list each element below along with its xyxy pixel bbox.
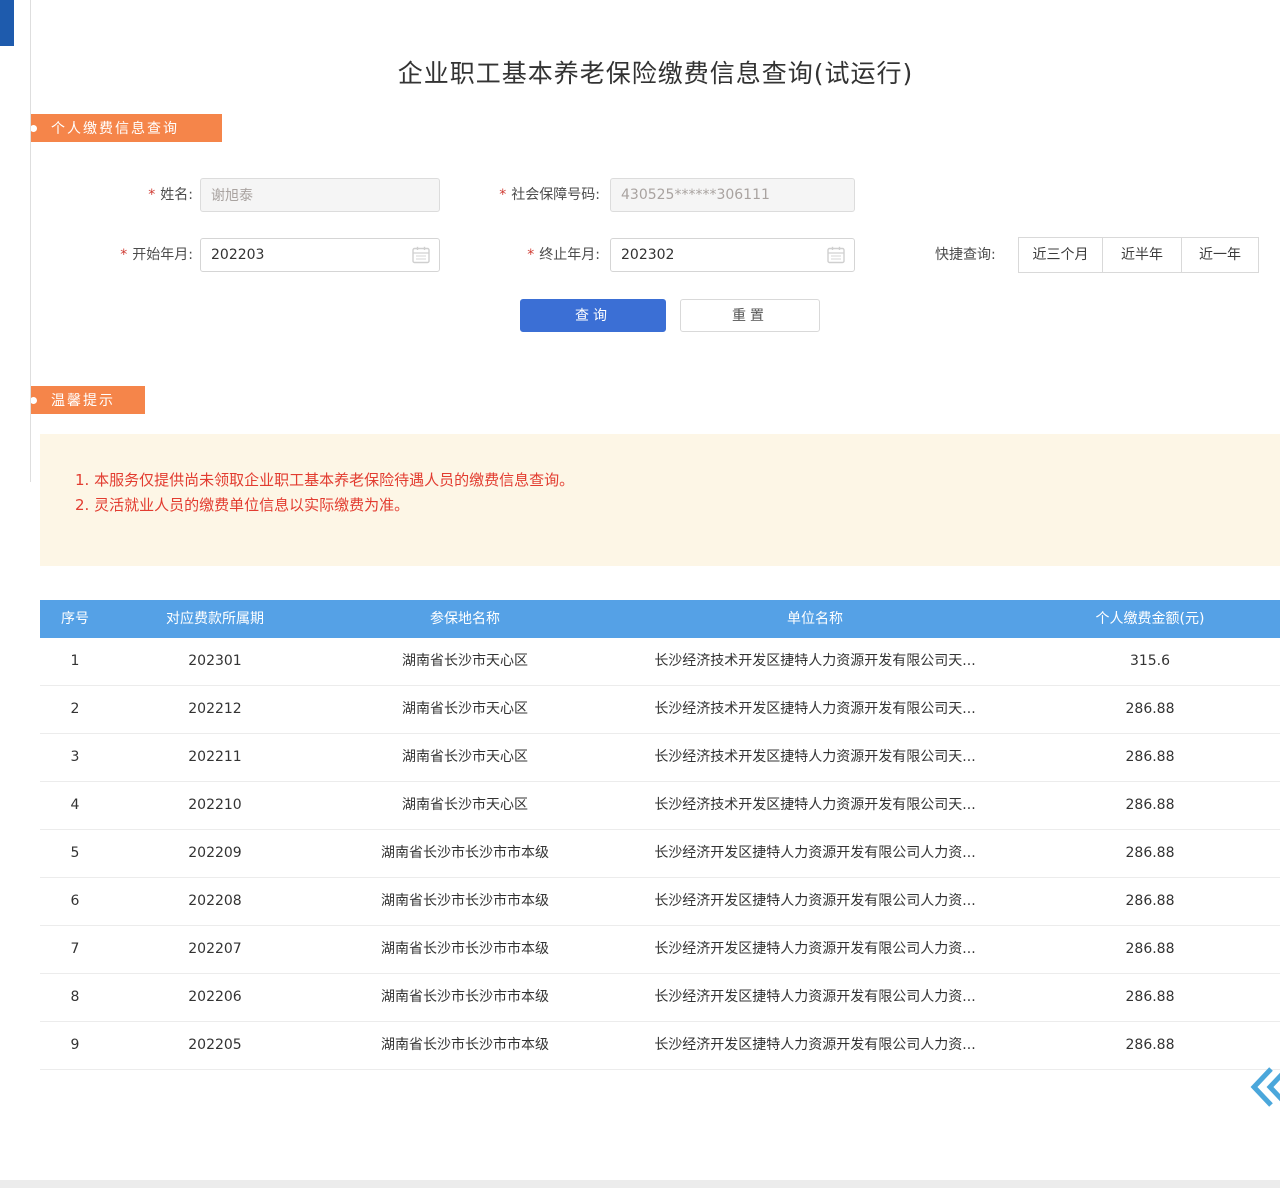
cell-seq: 3 [40,734,110,781]
table-row: 7 202207 湖南省长沙市长沙市市本级 长沙经济开发区捷特人力资源开发有限公… [40,926,1280,974]
corner-tab [0,0,14,46]
table-row: 8 202206 湖南省长沙市长沙市市本级 长沙经济开发区捷特人力资源开发有限公… [40,974,1280,1022]
cell-period: 202211 [110,734,320,781]
col-header-seq: 序号 [40,600,110,638]
col-header-amount: 个人缴费金额(元) [1020,600,1280,638]
name-input [200,178,440,212]
table-row: 1 202301 湖南省长沙市天心区 长沙经济技术开发区捷特人力资源开发有限公司… [40,638,1280,686]
cell-employer: 长沙经济开发区捷特人力资源开发有限公司人力资... [610,830,1020,877]
ssn-label: *社会保障号码: [421,178,600,212]
cell-amount: 286.88 [1020,686,1280,733]
cell-seq: 4 [40,782,110,829]
cell-period: 202212 [110,686,320,733]
table-row: 9 202205 湖南省长沙市长沙市市本级 长沙经济开发区捷特人力资源开发有限公… [40,1022,1280,1070]
cell-period: 202206 [110,974,320,1021]
name-label: *姓名: [51,178,193,212]
cell-amount: 286.88 [1020,782,1280,829]
table-row: 6 202208 湖南省长沙市长沙市市本级 长沙经济开发区捷特人力资源开发有限公… [40,878,1280,926]
cell-region: 湖南省长沙市天心区 [320,638,610,685]
page-title: 企业职工基本养老保险缴费信息查询(试运行) [31,54,1280,90]
notice-box: 1. 本服务仅提供尚未领取企业职工基本养老保险待遇人员的缴费信息查询。 2. 灵… [40,434,1280,566]
required-star: * [148,187,155,203]
cell-employer: 长沙经济开发区捷特人力资源开发有限公司人力资... [610,926,1020,973]
left-sidebar-sliver [0,0,31,482]
bullet-icon [31,397,37,404]
cell-employer: 长沙经济开发区捷特人力资源开发有限公司人力资... [610,1022,1020,1069]
main-panel: 企业职工基本养老保险缴费信息查询(试运行) 个人缴费信息查询 *姓名: *社会保… [31,0,1280,1180]
cell-region: 湖南省长沙市长沙市市本级 [320,974,610,1021]
table-row: 2 202212 湖南省长沙市天心区 长沙经济技术开发区捷特人力资源开发有限公司… [40,686,1280,734]
reset-button[interactable]: 重置 [680,299,820,332]
required-star: * [499,187,506,203]
cell-amount: 315.6 [1020,638,1280,685]
cell-seq: 1 [40,638,110,685]
col-header-region: 参保地名称 [320,600,610,638]
cell-period: 202205 [110,1022,320,1069]
cell-period: 202207 [110,926,320,973]
cell-period: 202209 [110,830,320,877]
results-table: 序号 对应费款所属期 参保地名称 单位名称 个人缴费金额(元) 1 202301… [40,600,1280,1070]
notice-line: 2. 灵活就业人员的缴费单位信息以实际缴费为准。 [75,493,1280,518]
col-header-employer: 单位名称 [610,600,1020,638]
cell-seq: 2 [40,686,110,733]
cell-amount: 286.88 [1020,878,1280,925]
cell-seq: 9 [40,1022,110,1069]
table-row: 3 202211 湖南省长沙市天心区 长沙经济技术开发区捷特人力资源开发有限公司… [40,734,1280,782]
cell-period: 202208 [110,878,320,925]
pension-query-page: 企业职工基本养老保险缴费信息查询(试运行) 个人缴费信息查询 *姓名: *社会保… [0,0,1280,1188]
start-date-input[interactable] [200,238,440,272]
cell-seq: 8 [40,974,110,1021]
cell-employer: 长沙经济开发区捷特人力资源开发有限公司人力资... [610,974,1020,1021]
cell-employer: 长沙经济技术开发区捷特人力资源开发有限公司天... [610,734,1020,781]
query-button[interactable]: 查询 [520,299,666,332]
cell-region: 湖南省长沙市长沙市市本级 [320,926,610,973]
cell-amount: 286.88 [1020,830,1280,877]
cell-region: 湖南省长沙市长沙市市本级 [320,878,610,925]
cell-region: 湖南省长沙市天心区 [320,686,610,733]
end-date-label: *终止年月: [421,238,600,272]
quick-btn-last-year[interactable]: 近一年 [1181,237,1259,273]
required-star: * [527,247,534,263]
cell-region: 湖南省长沙市天心区 [320,734,610,781]
cell-amount: 286.88 [1020,734,1280,781]
cell-seq: 5 [40,830,110,877]
table-header-row: 序号 对应费款所属期 参保地名称 单位名称 个人缴费金额(元) [40,600,1280,638]
cell-seq: 7 [40,926,110,973]
end-date-input[interactable] [610,238,855,272]
bullet-icon [31,125,37,132]
cell-region: 湖南省长沙市长沙市市本级 [320,830,610,877]
col-header-period: 对应费款所属期 [110,600,320,638]
cell-amount: 286.88 [1020,1022,1280,1069]
section-label: 个人缴费信息查询 [51,118,179,138]
cell-period: 202301 [110,638,320,685]
cell-amount: 286.88 [1020,974,1280,1021]
cell-employer: 长沙经济开发区捷特人力资源开发有限公司人力资... [610,878,1020,925]
calendar-icon[interactable] [826,245,846,265]
cell-amount: 286.88 [1020,926,1280,973]
cell-region: 湖南省长沙市天心区 [320,782,610,829]
table-row: 4 202210 湖南省长沙市天心区 长沙经济技术开发区捷特人力资源开发有限公司… [40,782,1280,830]
notice-line: 1. 本服务仅提供尚未领取企业职工基本养老保险待遇人员的缴费信息查询。 [75,468,1280,493]
quick-btn-last-half-year[interactable]: 近半年 [1102,237,1182,273]
cell-employer: 长沙经济技术开发区捷特人力资源开发有限公司天... [610,638,1020,685]
start-date-label: *开始年月: [51,238,193,272]
section-header-personal-payment-query: 个人缴费信息查询 [31,114,222,142]
bottom-strip [0,1180,1280,1188]
cell-employer: 长沙经济技术开发区捷特人力资源开发有限公司天... [610,782,1020,829]
section-header-tips: 温馨提示 [31,386,145,414]
quick-btn-last-3-months[interactable]: 近三个月 [1018,237,1103,273]
cell-seq: 6 [40,878,110,925]
section-label: 温馨提示 [51,390,115,410]
cell-period: 202210 [110,782,320,829]
double-chevron-left-icon[interactable] [1244,1064,1280,1110]
ssn-input [610,178,855,212]
quick-query-label: 快捷查询: [935,237,996,273]
required-star: * [120,247,127,263]
cell-region: 湖南省长沙市长沙市市本级 [320,1022,610,1069]
cell-employer: 长沙经济技术开发区捷特人力资源开发有限公司天... [610,686,1020,733]
table-row: 5 202209 湖南省长沙市长沙市市本级 长沙经济开发区捷特人力资源开发有限公… [40,830,1280,878]
